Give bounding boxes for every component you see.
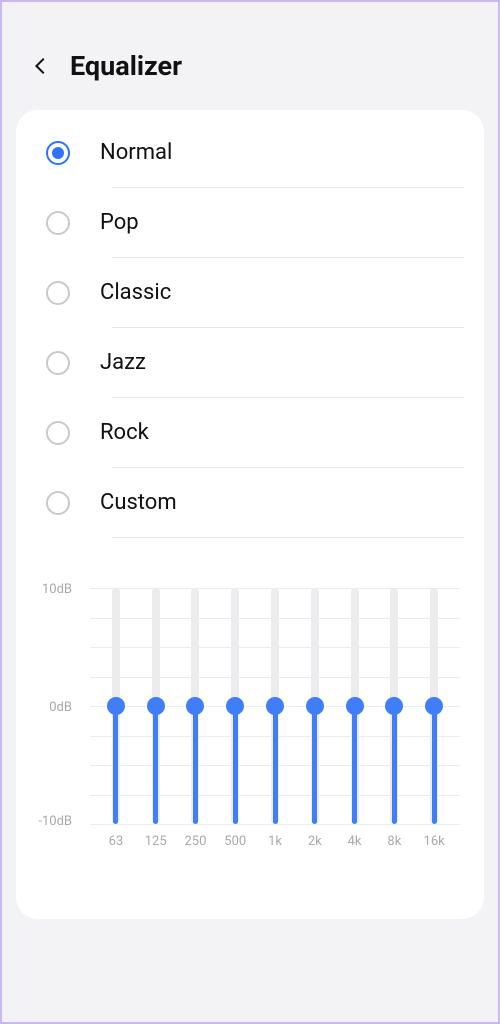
radio-custom[interactable] [46, 491, 70, 515]
eq-slider-250[interactable] [176, 588, 216, 824]
freq-label-8k: 8k [374, 834, 414, 849]
eq-slider-4k[interactable] [335, 588, 375, 824]
slider-fill [312, 706, 317, 824]
preset-normal[interactable]: Normal [16, 118, 484, 187]
slider-knob[interactable] [346, 697, 364, 715]
slider-fill [392, 706, 397, 824]
freq-label-1k: 1k [255, 834, 295, 849]
slider-fill [432, 706, 437, 824]
y-axis-min: -10dB [30, 814, 72, 829]
slider-knob[interactable] [306, 697, 324, 715]
freq-label-2k: 2k [295, 834, 335, 849]
y-axis-zero: 0dB [30, 700, 72, 715]
slider-fill [193, 706, 198, 824]
slider-fill [113, 706, 118, 824]
preset-pop[interactable]: Pop [16, 188, 484, 257]
equalizer-card: Normal Pop Classic Jazz Rock Custom 10dB 0dB … [16, 110, 484, 919]
preset-classic[interactable]: Classic [16, 258, 484, 327]
preset-custom[interactable]: Custom [16, 468, 484, 537]
back-icon[interactable] [30, 55, 52, 77]
freq-label-16k: 16k [414, 834, 454, 849]
preset-list: Normal Pop Classic Jazz Rock Custom [16, 118, 484, 538]
eq-slider-125[interactable] [136, 588, 176, 824]
preset-label: Normal [100, 140, 172, 165]
slider-knob[interactable] [425, 697, 443, 715]
preset-label: Custom [100, 490, 177, 515]
preset-label: Classic [100, 280, 171, 305]
eq-slider-1k[interactable] [255, 588, 295, 824]
freq-label-63: 63 [96, 834, 136, 849]
radio-rock[interactable] [46, 421, 70, 445]
page-title: Equalizer [70, 50, 182, 82]
preset-rock[interactable]: Rock [16, 398, 484, 467]
radio-normal[interactable] [46, 141, 70, 165]
slider-fill [233, 706, 238, 824]
slider-fill [352, 706, 357, 824]
y-axis-max: 10dB [30, 582, 72, 597]
preset-label: Pop [100, 210, 139, 235]
slider-knob[interactable] [226, 697, 244, 715]
radio-classic[interactable] [46, 281, 70, 305]
slider-knob[interactable] [186, 697, 204, 715]
slider-knob[interactable] [107, 697, 125, 715]
slider-knob[interactable] [147, 697, 165, 715]
freq-label-500: 500 [215, 834, 255, 849]
radio-jazz[interactable] [46, 351, 70, 375]
eq-slider-63[interactable] [96, 588, 136, 824]
eq-slider-8k[interactable] [374, 588, 414, 824]
slider-fill [153, 706, 158, 824]
eq-slider-500[interactable] [215, 588, 255, 824]
slider-knob[interactable] [385, 697, 403, 715]
equalizer-chart: 10dB 0dB -10dB 631252505001k2k4k8k16k [16, 538, 484, 859]
preset-label: Jazz [100, 350, 146, 375]
eq-slider-16k[interactable] [414, 588, 454, 824]
slider-knob[interactable] [266, 697, 284, 715]
freq-label-250: 250 [176, 834, 216, 849]
preset-jazz[interactable]: Jazz [16, 328, 484, 397]
eq-slider-2k[interactable] [295, 588, 335, 824]
freq-label-4k: 4k [335, 834, 375, 849]
slider-fill [273, 706, 278, 824]
freq-label-125: 125 [136, 834, 176, 849]
radio-pop[interactable] [46, 211, 70, 235]
preset-label: Rock [100, 420, 149, 445]
